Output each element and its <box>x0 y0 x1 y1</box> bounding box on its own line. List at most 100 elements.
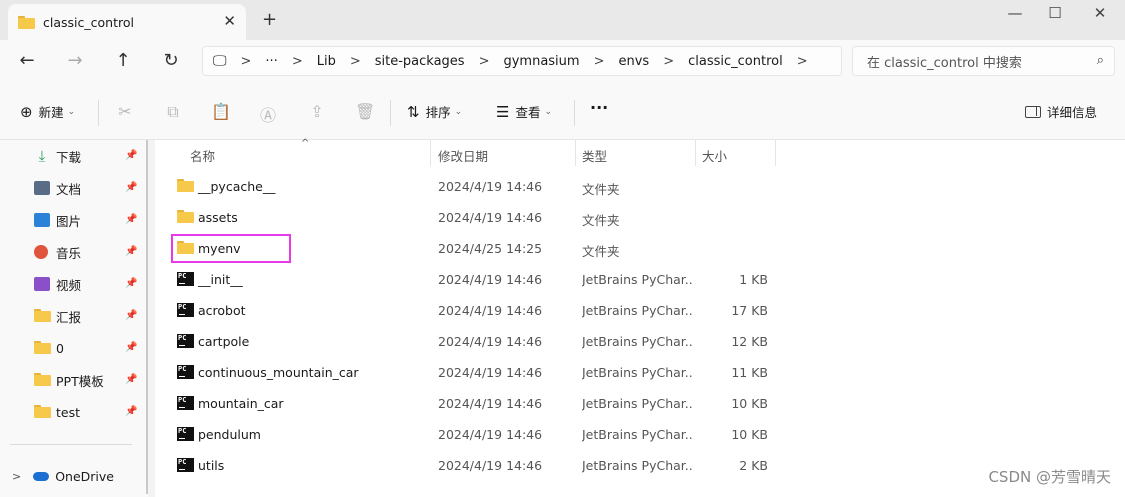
file-type: JetBrains PyChar... <box>582 427 692 442</box>
file-row[interactable]: PC pendulum 2024/4/19 14:46 JetBrains Py… <box>155 419 1125 450</box>
forward-icon[interactable]: → <box>63 50 87 71</box>
file-row[interactable]: __pycache__ 2024/4/19 14:46 文件夹 <box>155 171 1125 202</box>
sidebar-item-downloads[interactable]: ⤓ 下载 <box>34 146 81 166</box>
file-row[interactable]: myenv 2024/4/25 14:25 文件夹 <box>155 233 1125 264</box>
breadcrumb-classic-control[interactable]: classic_control <box>688 54 783 69</box>
pin-icon[interactable]: 📌 <box>125 406 137 417</box>
sidebar-item-huibao[interactable]: 汇报 <box>34 306 81 326</box>
file-row[interactable]: PC __init__ 2024/4/19 14:46 JetBrains Py… <box>155 264 1125 295</box>
close-window-icon[interactable]: ✕ <box>1085 4 1115 22</box>
pin-icon[interactable]: 📌 <box>125 374 137 385</box>
file-date: 2024/4/19 14:46 <box>438 179 543 194</box>
maximize-icon[interactable]: ☐ <box>1040 4 1070 22</box>
tab-close-icon[interactable]: ✕ <box>223 12 236 30</box>
file-row[interactable]: PC cartpole 2024/4/19 14:46 JetBrains Py… <box>155 326 1125 357</box>
back-icon[interactable]: ← <box>15 50 39 71</box>
details-pane-icon <box>1025 105 1041 118</box>
pin-icon[interactable]: 📌 <box>125 150 137 161</box>
cloud-icon <box>33 471 50 481</box>
sidebar-item-videos[interactable]: 视频 <box>34 274 81 294</box>
up-icon[interactable]: ↑ <box>111 50 135 71</box>
new-tab-icon[interactable]: + <box>262 9 277 30</box>
refresh-icon[interactable]: ↻ <box>159 50 183 71</box>
sidebar-item-label: 音乐 <box>56 245 82 261</box>
column-header-size[interactable]: 大小 <box>702 146 727 165</box>
sort-button[interactable]: ⇅ 排序 ⌄ <box>407 102 462 121</box>
search-input[interactable]: 在 classic_control 中搜索 ⌕ <box>852 46 1115 76</box>
pin-icon[interactable]: 📌 <box>125 342 137 353</box>
file-row[interactable]: PC acrobot 2024/4/19 14:46 JetBrains PyC… <box>155 295 1125 326</box>
divider <box>574 100 575 126</box>
file-name: __pycache__ <box>198 179 276 194</box>
sort-label: 排序 <box>425 105 451 120</box>
file-size: 17 KB <box>731 303 768 318</box>
folder-icon <box>34 341 51 355</box>
sidebar-item-onedrive[interactable]: > OneDrive <box>12 466 114 486</box>
file-row[interactable]: PC continuous_mountain_car 2024/4/19 14:… <box>155 357 1125 388</box>
file-type: 文件夹 <box>582 182 620 197</box>
breadcrumb-gymnasium[interactable]: gymnasium <box>503 54 579 69</box>
sidebar-item-label: 文档 <box>56 181 82 197</box>
pin-icon[interactable]: 📌 <box>125 214 137 225</box>
sidebar-item-pictures[interactable]: 图片 <box>34 210 81 230</box>
copy-icon[interactable]: ⧉ <box>163 102 183 122</box>
file-date: 2024/4/19 14:46 <box>438 427 543 442</box>
rename-icon[interactable]: Ⓐ <box>258 102 278 126</box>
chevron-right-icon[interactable]: > <box>797 54 808 69</box>
column-header-name[interactable]: 名称 <box>190 146 215 165</box>
column-divider[interactable] <box>775 140 776 166</box>
pycharm-file-icon: PC <box>177 427 194 441</box>
breadcrumb-overflow[interactable]: ··· <box>265 54 277 69</box>
column-header-type[interactable]: 类型 <box>582 146 607 165</box>
sidebar-item-label: 0 <box>56 340 64 356</box>
file-row[interactable]: PC utils 2024/4/19 14:46 JetBrains PyCha… <box>155 450 1125 481</box>
address-row: ← → ↑ ↻ 🖵 > ··· > Lib > site-packages > … <box>0 40 1125 84</box>
chevron-down-icon: ⌄ <box>544 106 553 117</box>
pycharm-file-icon: PC <box>177 272 194 286</box>
column-divider[interactable] <box>695 140 696 166</box>
pin-icon[interactable]: 📌 <box>125 310 137 321</box>
pin-icon[interactable]: 📌 <box>125 182 137 193</box>
file-size: 2 KB <box>739 458 768 473</box>
column-divider[interactable] <box>430 140 431 166</box>
tab-classic-control[interactable]: classic_control ✕ <box>8 4 246 40</box>
plus-circle-icon: ⊕ <box>20 102 33 121</box>
cut-icon[interactable]: ✂ <box>115 102 135 121</box>
more-options-button[interactable]: ··· <box>590 98 608 117</box>
pin-icon[interactable]: 📌 <box>125 278 137 289</box>
view-button[interactable]: ☰ 查看 ⌄ <box>496 102 552 121</box>
sidebar-item-test[interactable]: test <box>34 402 80 422</box>
delete-icon[interactable]: 🗑 <box>355 102 375 121</box>
breadcrumb-envs[interactable]: envs <box>618 54 649 69</box>
folder-icon <box>18 15 35 29</box>
sidebar-item-music[interactable]: 音乐 <box>34 242 81 262</box>
minimize-icon[interactable]: — <box>1000 4 1030 22</box>
pycharm-file-icon: PC <box>177 365 194 379</box>
share-icon[interactable]: ⇪ <box>307 102 327 121</box>
column-divider[interactable] <box>575 140 576 166</box>
file-size: 10 KB <box>731 396 768 411</box>
file-type: JetBrains PyChar... <box>582 272 692 287</box>
details-pane-button[interactable]: 详细信息 <box>1025 102 1097 121</box>
sidebar-item-0[interactable]: 0 <box>34 338 64 358</box>
paste-icon[interactable]: 📋 <box>211 102 231 121</box>
file-type: JetBrains PyChar... <box>582 303 692 318</box>
pin-icon[interactable]: 📌 <box>125 246 137 257</box>
sidebar-item-documents[interactable]: 文档 <box>34 178 81 198</box>
file-row[interactable]: PC mountain_car 2024/4/19 14:46 JetBrain… <box>155 388 1125 419</box>
pycharm-file-icon: PC <box>177 303 194 317</box>
tab-title: classic_control <box>43 14 134 30</box>
breadcrumb-lib[interactable]: Lib <box>317 54 336 69</box>
sidebar-scrollbar[interactable] <box>146 140 148 494</box>
new-button[interactable]: ⊕ 新建 ⌄ <box>20 102 75 121</box>
address-bar[interactable]: 🖵 > ··· > Lib > site-packages > gymnasiu… <box>202 46 842 76</box>
sidebar-item-ppt-templates[interactable]: PPT模板 <box>34 370 104 390</box>
file-type: 文件夹 <box>582 244 620 259</box>
file-row[interactable]: assets 2024/4/19 14:46 文件夹 <box>155 202 1125 233</box>
chevron-right-icon[interactable]: > <box>12 470 21 483</box>
view-icon: ☰ <box>496 102 510 121</box>
column-header-date[interactable]: 修改日期 <box>438 146 488 165</box>
pycharm-file-icon: PC <box>177 396 194 410</box>
breadcrumb-site-packages[interactable]: site-packages <box>375 54 465 69</box>
file-name: cartpole <box>198 334 250 349</box>
